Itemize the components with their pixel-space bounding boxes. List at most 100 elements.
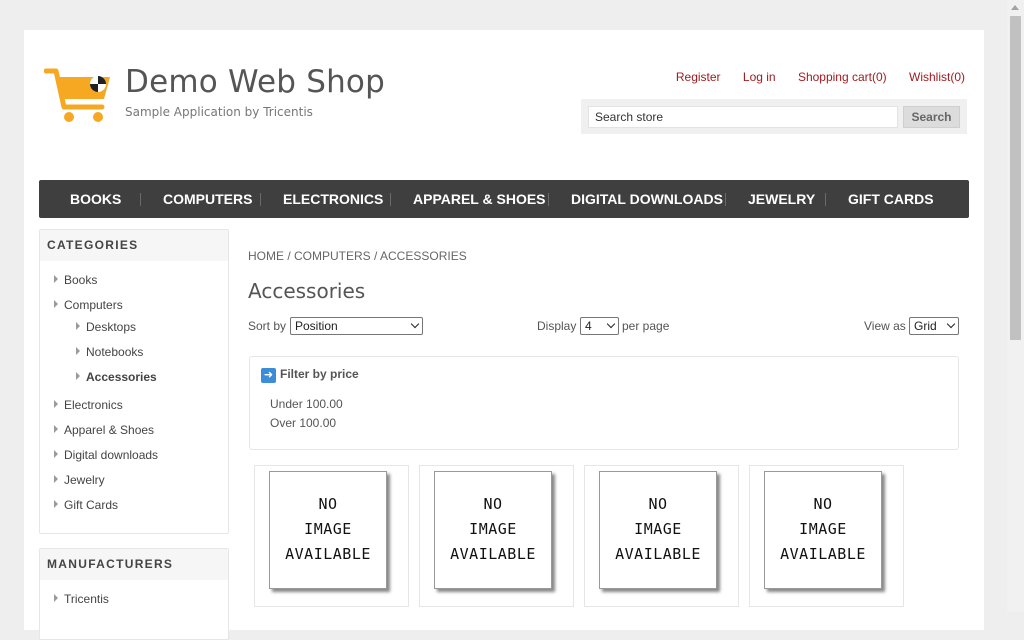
category-jewelry[interactable]: Jewelry: [54, 473, 105, 487]
search-input[interactable]: Search store: [588, 106, 898, 128]
placeholder-text: IMAGE: [799, 520, 847, 538]
category-label[interactable]: Jewelry: [64, 473, 105, 487]
arrow-right-icon: [54, 425, 58, 433]
register-link[interactable]: Register: [676, 70, 721, 84]
placeholder-text: NO: [483, 495, 503, 513]
price-filter-box: ➜ Filter by price Under 100.00 Over 100.…: [249, 356, 959, 450]
menu-item-apparel-shoes[interactable]: APPAREL & SHOES: [413, 180, 546, 218]
arrow-right-icon: [76, 347, 80, 355]
product-item[interactable]: NO IMAGE AVAILABLE: [254, 465, 409, 607]
placeholder-text: AVAILABLE: [780, 545, 866, 563]
arrow-right-icon: [54, 594, 58, 602]
filter-under-100[interactable]: Under 100.00: [270, 397, 343, 411]
no-image-placeholder[interactable]: NO IMAGE AVAILABLE: [269, 471, 387, 589]
placeholder-text: AVAILABLE: [450, 545, 536, 563]
category-gift-cards[interactable]: Gift Cards: [54, 498, 118, 512]
no-image-placeholder[interactable]: NO IMAGE AVAILABLE: [434, 471, 552, 589]
filter-title: Filter by price: [280, 367, 359, 381]
placeholder-text: AVAILABLE: [285, 545, 371, 563]
category-electronics[interactable]: Electronics: [54, 398, 123, 412]
category-notebooks[interactable]: Notebooks: [76, 345, 143, 359]
arrow-right-icon[interactable]: ➜: [261, 368, 276, 383]
manufacturer-label[interactable]: Tricentis: [64, 592, 109, 606]
wishlist-link[interactable]: Wishlist(0): [909, 70, 965, 84]
shopping-cart-logo-icon[interactable]: [44, 67, 114, 125]
top-menu: BOOKS COMPUTERS ELECTRONICS APPAREL & SH…: [39, 180, 969, 218]
menu-item-jewelry[interactable]: JEWELRY: [748, 180, 815, 218]
arrow-right-icon: [54, 275, 58, 283]
search-box: Search store Search: [581, 99, 967, 134]
scrollbar-thumb[interactable]: [1010, 16, 1021, 340]
category-label[interactable]: Accessories: [86, 370, 157, 384]
placeholder-text: IMAGE: [469, 520, 517, 538]
category-label[interactable]: Notebooks: [86, 345, 143, 359]
arrow-right-icon: [54, 500, 58, 508]
manufacturers-block: MANUFACTURERS Tricentis: [39, 548, 229, 640]
chevron-down-icon: [946, 319, 956, 329]
product-item[interactable]: NO IMAGE AVAILABLE: [584, 465, 739, 607]
placeholder-text: AVAILABLE: [615, 545, 701, 563]
page-title: Accessories: [248, 279, 366, 303]
header-links: Register Log in Shopping cart(0) Wishlis…: [657, 70, 965, 84]
page-container: Demo Web Shop Sample Application by Tric…: [24, 30, 984, 640]
menu-separator: [825, 193, 826, 206]
category-label[interactable]: Apparel & Shoes: [64, 423, 154, 437]
menu-separator: [725, 193, 726, 206]
product-item[interactable]: NO IMAGE AVAILABLE: [419, 465, 574, 607]
arrow-right-icon: [54, 475, 58, 483]
menu-item-computers[interactable]: COMPUTERS: [163, 180, 252, 218]
category-label[interactable]: Gift Cards: [64, 498, 118, 512]
category-accessories[interactable]: Accessories: [76, 370, 157, 384]
arrow-right-icon: [76, 322, 80, 330]
page-size-select[interactable]: 4: [580, 317, 619, 335]
shopping-cart-link[interactable]: Shopping cart(0): [798, 70, 887, 84]
category-label[interactable]: Electronics: [64, 398, 123, 412]
category-label[interactable]: Computers: [64, 298, 123, 312]
per-page-label: per page: [622, 319, 670, 333]
menu-item-gift-cards[interactable]: GIFT CARDS: [848, 180, 934, 218]
filter-over-100[interactable]: Over 100.00: [270, 416, 336, 430]
site-subtitle: Sample Application by Tricentis: [125, 105, 313, 119]
categories-block: CATEGORIES Books Computers Desktops Note…: [39, 229, 229, 534]
login-link[interactable]: Log in: [743, 70, 776, 84]
sort-by-select[interactable]: Position: [290, 317, 423, 335]
scroll-up-arrow-icon[interactable]: [1011, 5, 1019, 10]
category-apparel-shoes[interactable]: Apparel & Shoes: [54, 423, 154, 437]
vertical-scrollbar[interactable]: [1007, 0, 1024, 612]
menu-item-digital-downloads[interactable]: DIGITAL DOWNLOADS: [571, 180, 723, 218]
menu-item-electronics[interactable]: ELECTRONICS: [283, 180, 383, 218]
category-label[interactable]: Digital downloads: [64, 448, 158, 462]
no-image-placeholder[interactable]: NO IMAGE AVAILABLE: [764, 471, 882, 589]
no-image-placeholder[interactable]: NO IMAGE AVAILABLE: [599, 471, 717, 589]
arrow-right-icon: [54, 300, 58, 308]
sort-by-value: Position: [295, 319, 338, 333]
chevron-down-icon: [410, 319, 420, 329]
page-size-value: 4: [585, 319, 592, 333]
category-desktops[interactable]: Desktops: [76, 320, 136, 334]
product-item[interactable]: NO IMAGE AVAILABLE: [749, 465, 904, 607]
category-label[interactable]: Books: [64, 273, 97, 287]
categories-title: CATEGORIES: [40, 230, 228, 261]
category-digital-downloads[interactable]: Digital downloads: [54, 448, 158, 462]
placeholder-text: NO: [813, 495, 833, 513]
category-books[interactable]: Books: [54, 273, 97, 287]
category-label[interactable]: Desktops: [86, 320, 136, 334]
placeholder-text: NO: [648, 495, 668, 513]
manufacturers-title: MANUFACTURERS: [40, 549, 228, 580]
breadcrumb[interactable]: HOME / COMPUTERS / ACCESSORIES: [248, 249, 467, 263]
placeholder-text: NO: [318, 495, 338, 513]
arrow-right-icon: [76, 372, 80, 380]
search-button[interactable]: Search: [903, 106, 960, 128]
site-title[interactable]: Demo Web Shop: [125, 64, 385, 100]
arrow-right-icon: [54, 450, 58, 458]
category-computers[interactable]: Computers: [54, 298, 123, 312]
sort-by-label: Sort by: [248, 319, 287, 333]
view-mode-select[interactable]: Grid: [909, 317, 959, 335]
menu-item-books[interactable]: BOOKS: [70, 180, 121, 218]
chevron-down-icon: [606, 319, 616, 329]
view-as-label: View as: [864, 319, 906, 333]
manufacturer-tricentis[interactable]: Tricentis: [54, 592, 109, 606]
placeholder-text: IMAGE: [304, 520, 352, 538]
view-mode-value: Grid: [914, 319, 937, 333]
arrow-right-icon: [54, 400, 58, 408]
